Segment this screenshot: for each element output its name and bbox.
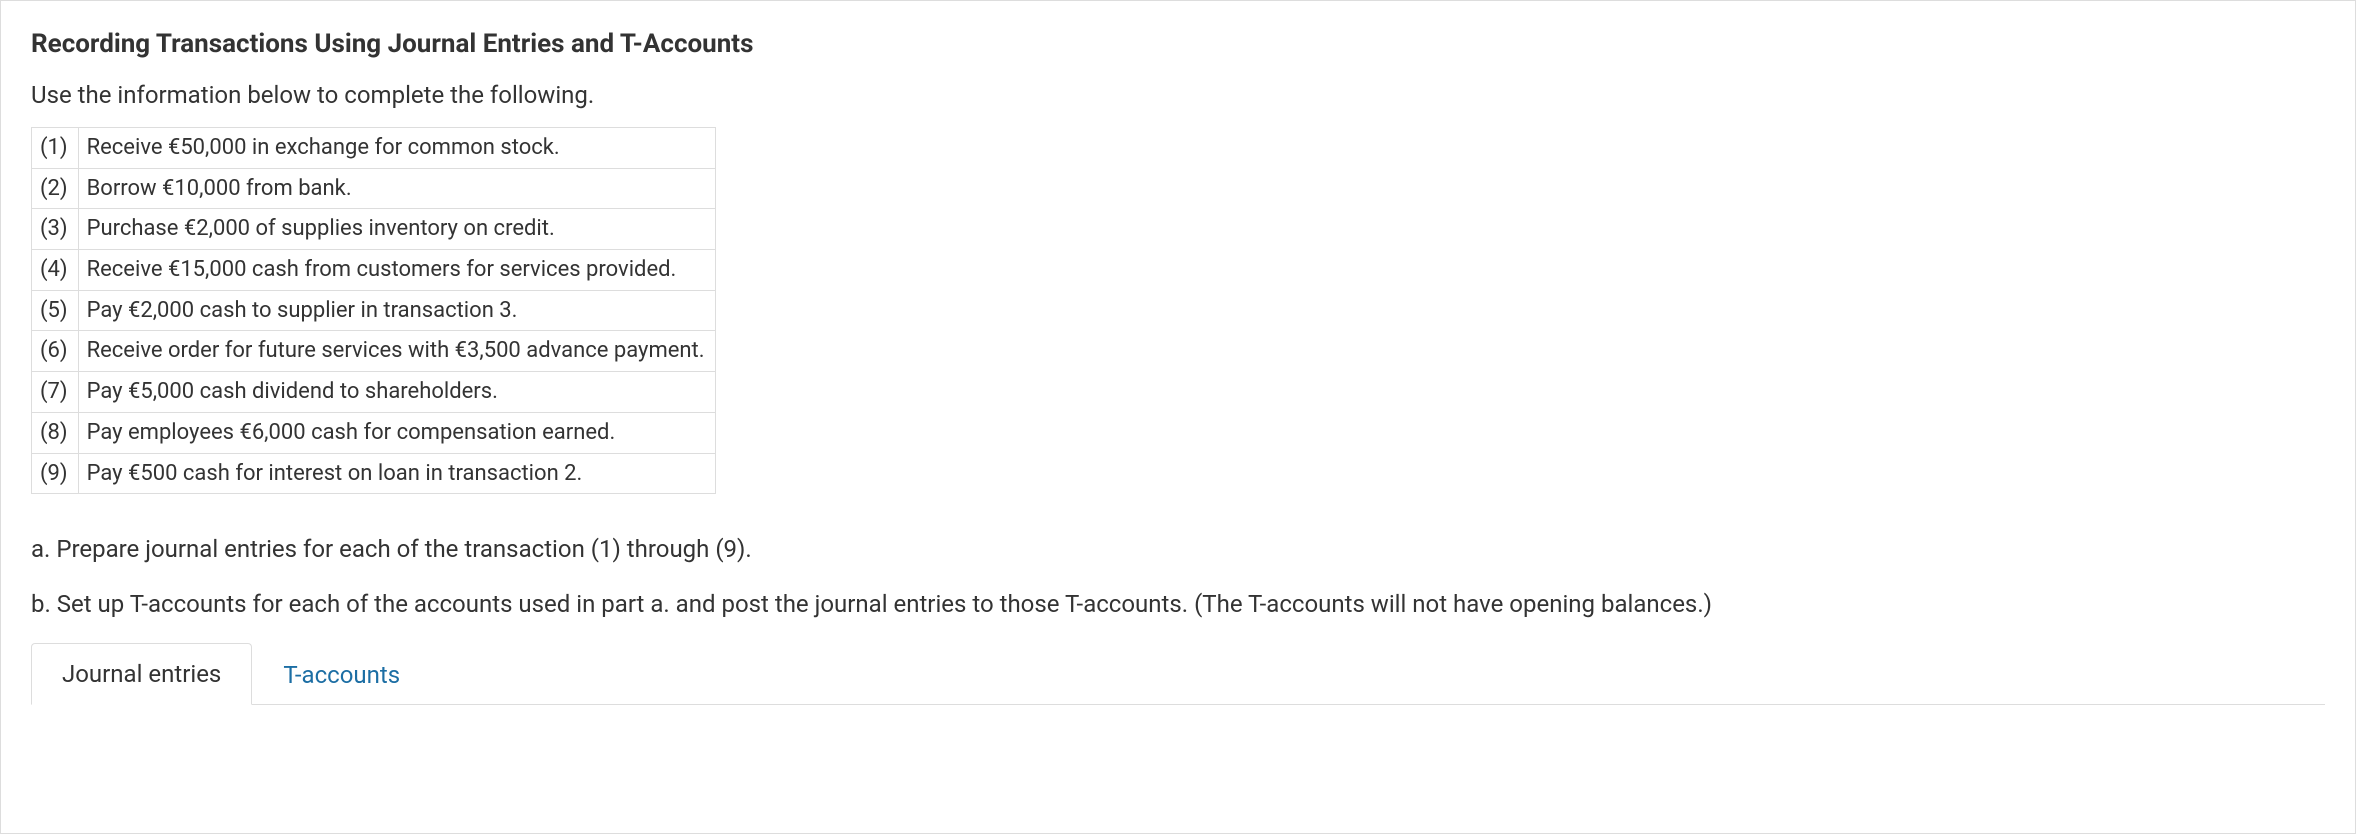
instruction-b: b. Set up T-accounts for each of the acc… bbox=[31, 587, 2325, 622]
tx-description: Purchase €2,000 of supplies inventory on… bbox=[78, 209, 715, 250]
table-row: (2) Borrow €10,000 from bank. bbox=[32, 168, 716, 209]
table-row: (6) Receive order for future services wi… bbox=[32, 331, 716, 372]
tx-number: (4) bbox=[32, 250, 79, 291]
table-row: (3) Purchase €2,000 of supplies inventor… bbox=[32, 209, 716, 250]
tx-description: Pay €5,000 cash dividend to shareholders… bbox=[78, 372, 715, 413]
intro-text: Use the information below to complete th… bbox=[31, 81, 2325, 109]
table-row: (5) Pay €2,000 cash to supplier in trans… bbox=[32, 290, 716, 331]
table-row: (8) Pay employees €6,000 cash for compen… bbox=[32, 412, 716, 453]
table-row: (9) Pay €500 cash for interest on loan i… bbox=[32, 453, 716, 494]
tx-description: Receive order for future services with €… bbox=[78, 331, 715, 372]
tx-description: Pay employees €6,000 cash for compensati… bbox=[78, 412, 715, 453]
instruction-a: a. Prepare journal entries for each of t… bbox=[31, 532, 2325, 567]
table-row: (1) Receive €50,000 in exchange for comm… bbox=[32, 128, 716, 169]
transactions-table: (1) Receive €50,000 in exchange for comm… bbox=[31, 127, 716, 494]
tx-number: (2) bbox=[32, 168, 79, 209]
tx-description: Receive €50,000 in exchange for common s… bbox=[78, 128, 715, 169]
tx-number: (3) bbox=[32, 209, 79, 250]
tx-description: Pay €2,000 cash to supplier in transacti… bbox=[78, 290, 715, 331]
tx-number: (1) bbox=[32, 128, 79, 169]
tx-description: Borrow €10,000 from bank. bbox=[78, 168, 715, 209]
tx-number: (8) bbox=[32, 412, 79, 453]
tab-bar: Journal entries T-accounts bbox=[31, 642, 2325, 705]
question-title: Recording Transactions Using Journal Ent… bbox=[31, 29, 2325, 59]
tx-number: (6) bbox=[32, 331, 79, 372]
table-row: (7) Pay €5,000 cash dividend to sharehol… bbox=[32, 372, 716, 413]
tx-number: (7) bbox=[32, 372, 79, 413]
tx-description: Pay €500 cash for interest on loan in tr… bbox=[78, 453, 715, 494]
tx-number: (9) bbox=[32, 453, 79, 494]
tx-description: Receive €15,000 cash from customers for … bbox=[78, 250, 715, 291]
tx-number: (5) bbox=[32, 290, 79, 331]
tab-t-accounts[interactable]: T-accounts bbox=[252, 644, 431, 705]
tab-journal-entries[interactable]: Journal entries bbox=[31, 643, 252, 705]
question-container: Recording Transactions Using Journal Ent… bbox=[0, 0, 2356, 834]
table-row: (4) Receive €15,000 cash from customers … bbox=[32, 250, 716, 291]
